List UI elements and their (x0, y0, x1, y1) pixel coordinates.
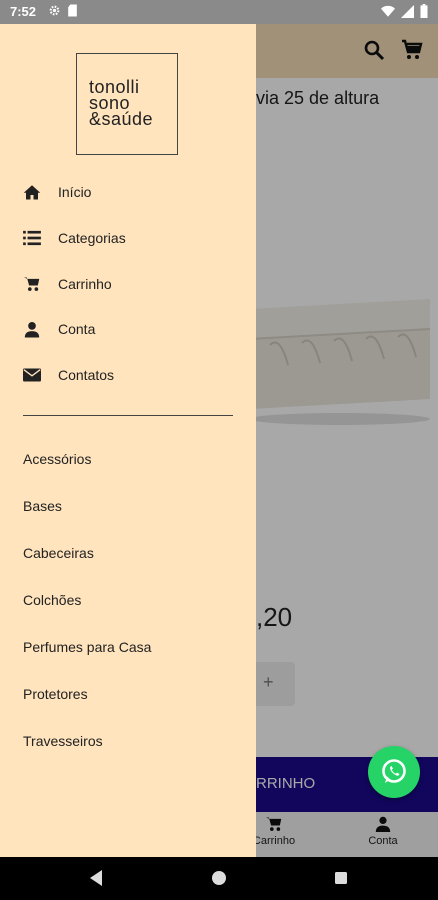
status-bar: 7:52 (0, 0, 438, 24)
category-item[interactable]: Protetores (23, 686, 88, 702)
battery-icon (420, 4, 428, 18)
drawer-divider (23, 415, 233, 416)
settings-gear-icon (49, 5, 60, 16)
brand-logo: tonolli sono &saúde (76, 53, 178, 155)
whatsapp-icon (382, 759, 406, 783)
cart-icon (24, 277, 40, 291)
drawer-item-label: Contatos (58, 367, 115, 383)
category-item[interactable]: Acessórios (23, 451, 91, 467)
drawer-item-inicio[interactable]: Início (22, 177, 242, 207)
category-item[interactable]: Travesseiros (23, 733, 103, 749)
system-navigation-bar (0, 857, 438, 900)
drawer-item-categorias[interactable]: Categorias (22, 223, 242, 253)
app-content: via 25 de altura ,20 + RRINHO Carrinho C… (0, 24, 438, 857)
category-item[interactable]: Colchões (23, 592, 81, 608)
drawer-item-label: Início (58, 184, 92, 200)
drawer-item-label: Categorias (58, 230, 126, 246)
navigation-drawer: tonolli sono &saúde Início Categorias Ca… (0, 24, 256, 857)
drawer-item-carrinho[interactable]: Carrinho (22, 269, 242, 299)
back-triangle-icon[interactable] (88, 869, 104, 887)
sd-card-icon (68, 4, 77, 17)
drawer-item-label: Conta (58, 321, 96, 337)
user-icon (24, 321, 40, 337)
drawer-item-label: Carrinho (58, 276, 112, 292)
home-circle-icon[interactable] (211, 869, 227, 887)
drawer-item-conta[interactable]: Conta (22, 314, 242, 344)
category-item[interactable]: Perfumes para Casa (23, 639, 151, 655)
drawer-item-contatos[interactable]: Contatos (22, 360, 242, 390)
logo-line-3: &saúde (89, 109, 154, 129)
list-icon (23, 230, 41, 246)
recents-square-icon[interactable] (333, 869, 349, 887)
wifi-icon (381, 5, 395, 17)
envelope-icon (23, 368, 41, 382)
cellular-signal-icon (401, 4, 414, 18)
home-icon (23, 185, 41, 200)
whatsapp-button[interactable] (368, 746, 420, 798)
category-item[interactable]: Bases (23, 498, 62, 514)
status-time: 7:52 (10, 4, 37, 19)
category-item[interactable]: Cabeceiras (23, 545, 94, 561)
